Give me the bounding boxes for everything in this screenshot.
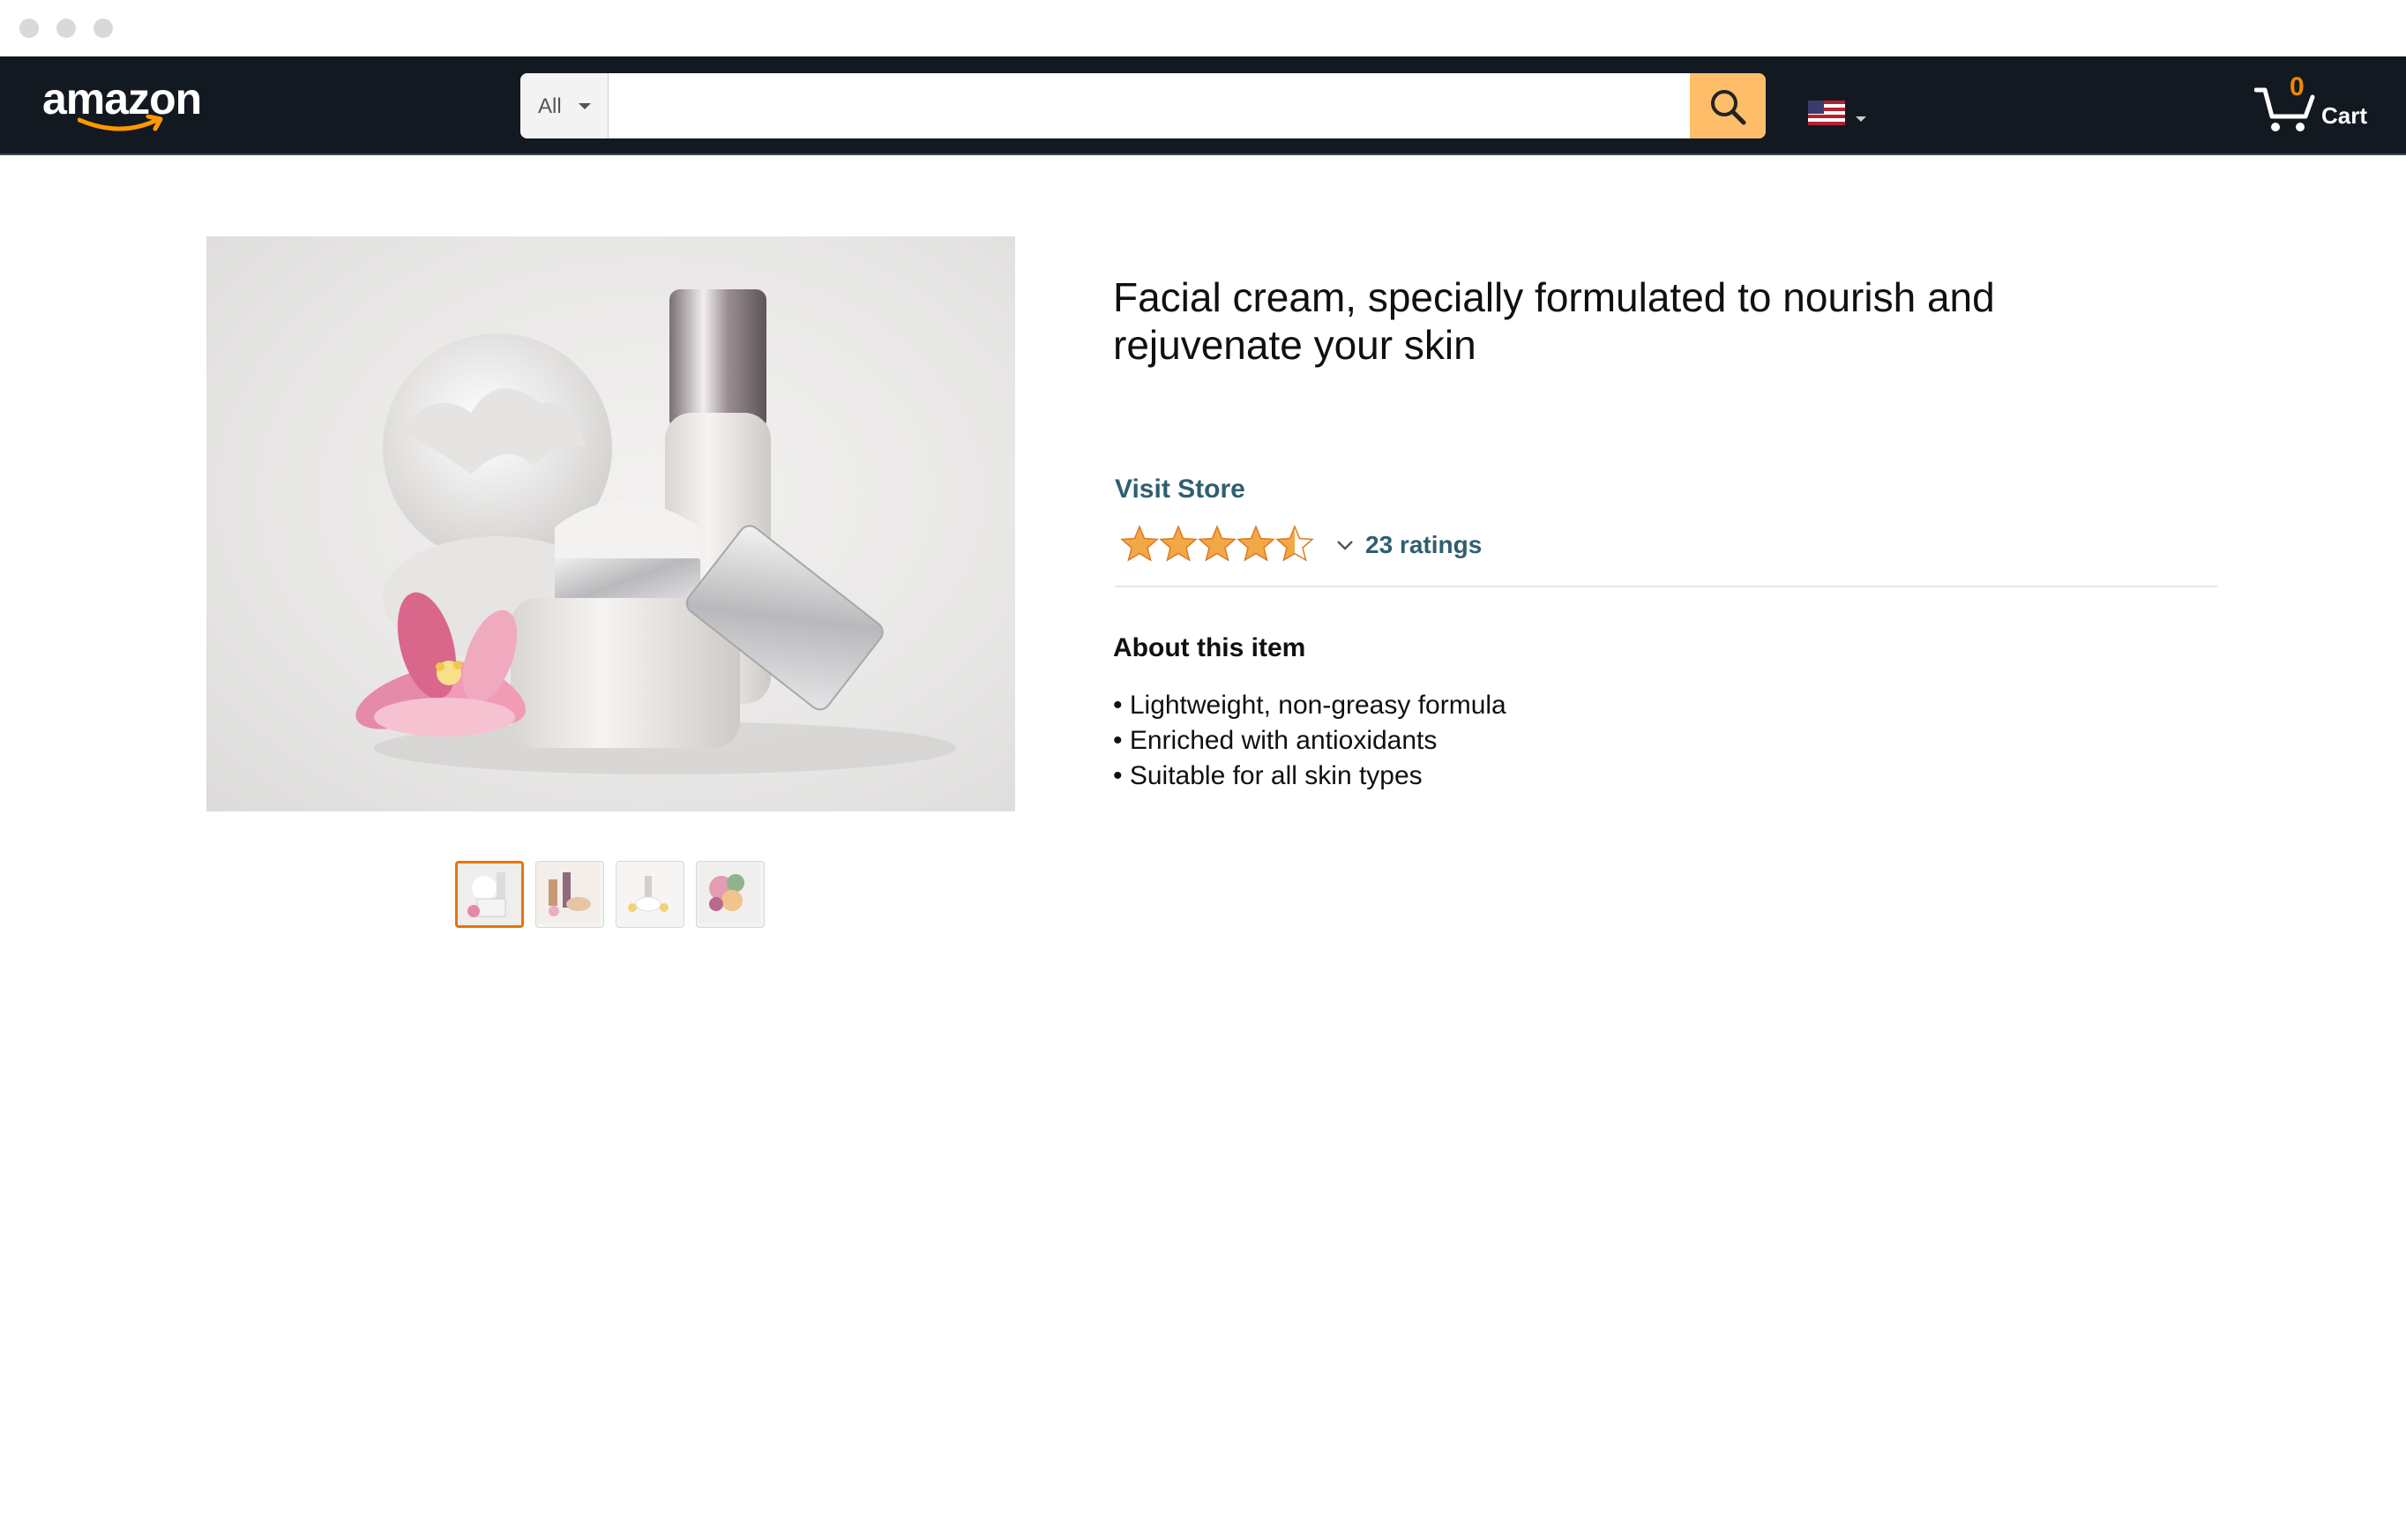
product-main-image[interactable] xyxy=(206,236,1015,811)
product-title: Facial cream, specially formulated to no… xyxy=(1113,274,1995,368)
feature-bullet: • Enriched with antioxidants xyxy=(1113,726,1438,755)
star-icon xyxy=(1198,525,1237,562)
logo-smile-icon xyxy=(78,115,163,131)
thumbnail-4[interactable] xyxy=(696,861,765,928)
cart-button[interactable]: 0 Cart xyxy=(2254,72,2387,138)
cosmetics-product-photo xyxy=(355,289,956,774)
feature-bullet: • Lightweight, non-greasy formula xyxy=(1113,691,1506,720)
chevron-down-icon[interactable] xyxy=(1335,538,1355,552)
section-divider xyxy=(1115,586,2217,587)
window-close-dot[interactable] xyxy=(19,19,39,38)
amazon-logo[interactable]: amazon xyxy=(42,72,219,143)
visit-store-link[interactable]: Visit Store xyxy=(1115,475,1245,505)
search-input[interactable] xyxy=(609,73,1690,138)
about-item-heading: About this item xyxy=(1113,633,1306,662)
search-category-label: All xyxy=(538,94,562,118)
top-navigation-bar: amazon All 0 Cart xyxy=(0,56,2406,155)
ratings-count-link[interactable]: 23 ratings xyxy=(1365,531,1482,559)
star-icon xyxy=(1237,525,1275,562)
thumbnail-image xyxy=(697,862,760,923)
cart-label: Cart xyxy=(2321,102,2368,129)
cart-icon xyxy=(2254,87,2315,131)
search-button[interactable] xyxy=(1690,73,1766,138)
thumbnail-2[interactable] xyxy=(535,861,604,928)
thumbnail-image xyxy=(616,862,680,923)
search-bar: All xyxy=(520,73,1766,138)
thumbnail-1[interactable] xyxy=(455,861,524,928)
feature-bullet-list: • Lightweight, non-greasy formula • Enri… xyxy=(1113,688,1506,794)
search-category-dropdown[interactable]: All xyxy=(520,73,609,138)
us-flag-icon[interactable] xyxy=(1808,101,1845,125)
window-titlebar xyxy=(0,0,2406,56)
thumbnail-image xyxy=(458,863,521,925)
star-icon xyxy=(1120,525,1159,562)
window-minimize-dot[interactable] xyxy=(56,19,76,38)
thumbnail-3[interactable] xyxy=(616,861,684,928)
star-rating-icon[interactable] xyxy=(1120,524,1323,564)
window-maximize-dot[interactable] xyxy=(93,19,113,38)
locale-caret-icon[interactable] xyxy=(1856,116,1866,122)
star-icon xyxy=(1159,525,1198,562)
search-icon xyxy=(1711,90,1746,125)
thumbnail-image xyxy=(536,862,600,923)
half-star-icon xyxy=(1275,525,1314,562)
caret-down-icon xyxy=(579,103,591,109)
feature-bullet: • Suitable for all skin types xyxy=(1113,761,1423,790)
cart-count: 0 xyxy=(2290,72,2305,101)
